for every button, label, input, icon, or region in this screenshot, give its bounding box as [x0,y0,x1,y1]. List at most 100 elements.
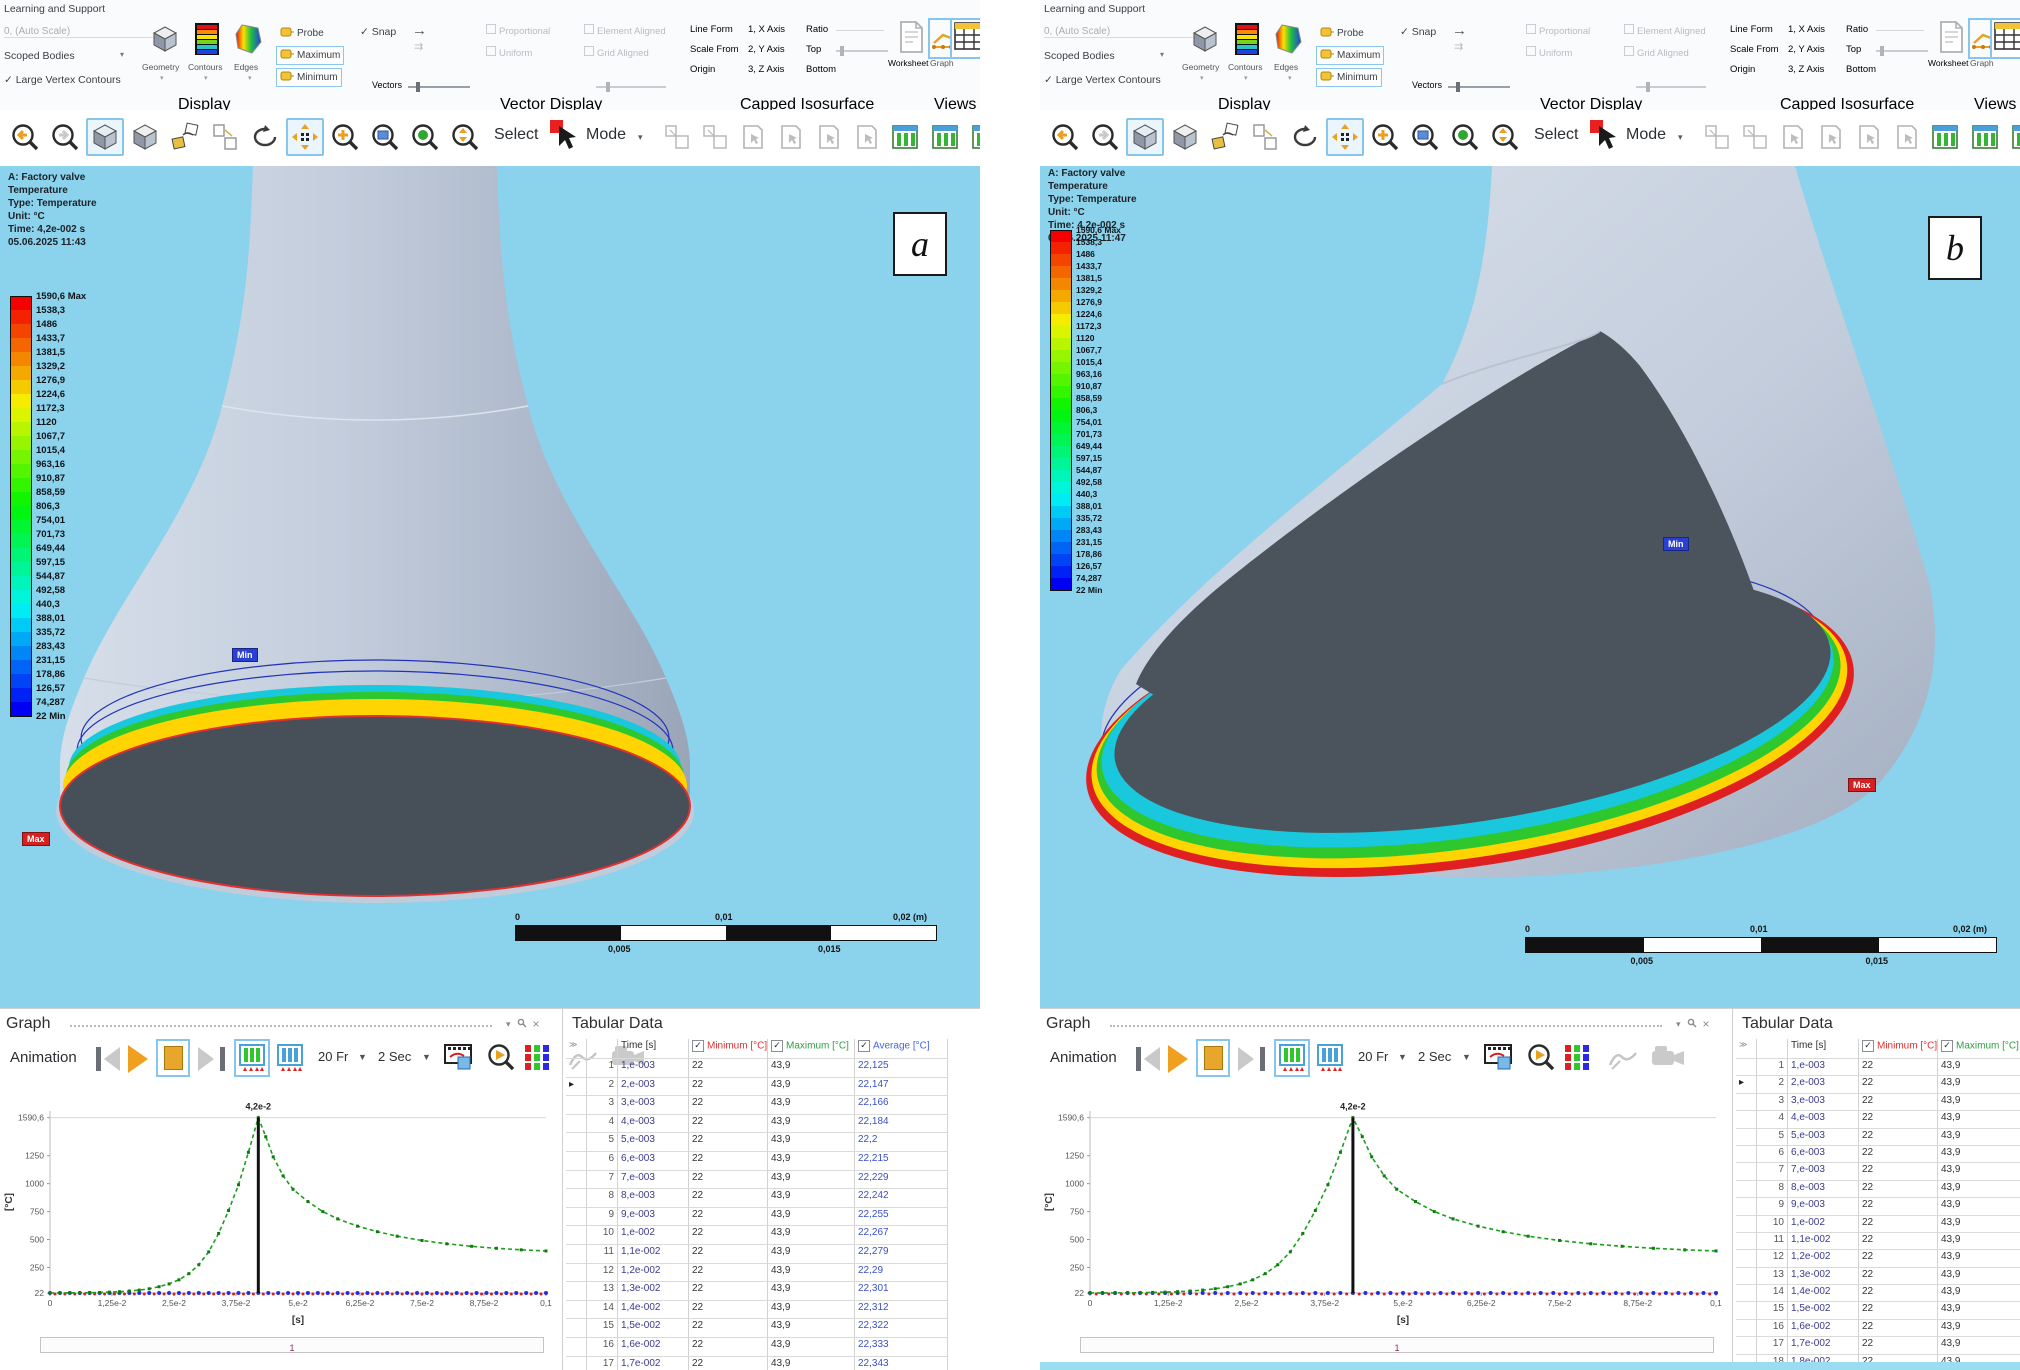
table-row[interactable]: 151,5e-0022243,922,322 [566,1319,978,1338]
grid-aligned-option[interactable]: Grid Aligned [1624,46,1689,59]
step-first-icon[interactable] [1136,1047,1141,1071]
tabular-data-view-icon[interactable] [952,20,980,57]
table-header-time[interactable]: Time [s] [1788,1039,1859,1059]
step-forward-icon[interactable] [198,1047,214,1071]
export-video-icon[interactable] [1484,1043,1514,1076]
zoom-forward-icon[interactable] [46,118,84,156]
table-collapse-icon[interactable]: ≫ [1736,1039,1757,1059]
isometric-view-icon[interactable] [86,118,124,156]
table-row[interactable]: 88,e-0032243,922,242 [1736,1181,2018,1198]
large-vertex-contours-checkbox[interactable]: ✓ Large Vertex Contours [4,74,121,86]
zoom-forward-icon[interactable] [1086,118,1124,156]
zoom-updown-icon[interactable] [1486,118,1524,156]
maximum-button[interactable]: Maximum [1316,46,1384,65]
vector-length-slider[interactable] [1636,86,1706,88]
table-row[interactable]: 11,e-0032243,922,125 [1736,1059,2018,1076]
select-cursor-icon[interactable] [1588,118,1618,152]
table-row[interactable]: 44,e-0032243,922,184 [1736,1111,2018,1128]
pane-close-icon[interactable]: × [1703,1019,1710,1029]
find-result-icon[interactable] [1526,1042,1556,1077]
table-collapse-icon[interactable]: ≫ [566,1039,587,1059]
uniform-option[interactable]: Uniform [486,46,532,59]
zoom-fit-icon[interactable] [1446,118,1484,156]
menu-learning-support[interactable]: Learning and Support [4,3,105,15]
table-row[interactable]: 33,e-0032243,922,166 [1736,1094,2018,1111]
rotate-cube-icon[interactable] [1206,118,1244,156]
element-aligned-option[interactable]: Element Aligned [1624,24,1706,37]
tabular-data-view-icon[interactable] [1992,20,2020,57]
table-header-minimum[interactable]: ✓Minimum [°C] [1859,1039,1938,1059]
table-row[interactable]: 161,6e-0022243,922,333 [566,1338,978,1357]
table-view2-icon[interactable] [926,118,964,156]
frames-dropdown[interactable]: 20 Fr [318,1049,348,1064]
table-row[interactable]: ▸22,e-0032243,922,147 [1736,1076,2018,1093]
table-row[interactable]: 171,7e-0022243,922,343 [1736,1337,2018,1354]
pane-menu-icon[interactable]: ▾ [1676,1019,1681,1030]
edges-icon[interactable] [234,22,264,61]
selection-wire-icon[interactable] [1698,118,1736,156]
table-header-maximum[interactable]: ✓Maximum [°C] [768,1039,855,1059]
mode-label[interactable]: Mode [586,126,626,144]
export-video-icon[interactable] [444,1043,474,1076]
worksheet-icon[interactable] [1936,20,1966,59]
table-row[interactable]: 55,e-0032243,922,2 [566,1133,978,1152]
box-zoom-icon[interactable] [1406,118,1444,156]
scoped-bodies-dropdown[interactable]: Scoped Bodies [1044,50,1115,62]
select-vertex-icon[interactable] [1888,118,1926,156]
minimum-button[interactable]: Minimum [276,68,342,87]
snap-checkbox[interactable]: ✓ Snap [1400,26,1436,38]
table-row[interactable]: 141,4e-0022243,922,312 [566,1301,978,1320]
table-view2-icon[interactable] [1966,118,2004,156]
table-row[interactable]: 44,e-0032243,922,184 [566,1115,978,1134]
find-result-icon[interactable] [486,1042,516,1077]
shaded-view-icon[interactable] [1166,118,1204,156]
element-aligned-option[interactable]: Element Aligned [584,24,666,37]
pane-menu-icon[interactable]: ▾ [506,1019,511,1030]
table-row[interactable]: 101,e-0022243,922,267 [1736,1216,2018,1233]
step-first-icon[interactable] [96,1047,101,1071]
vector-length-handle[interactable] [606,82,610,92]
table-row[interactable]: 121,2e-0022243,922,29 [1736,1250,2018,1267]
seconds-dropdown[interactable]: 2 Sec [378,1049,411,1064]
top-slider[interactable] [1876,50,1928,52]
large-vertex-contours-checkbox[interactable]: ✓ Large Vertex Contours [1044,74,1161,86]
table-row[interactable]: 99,e-0032243,922,255 [566,1208,978,1227]
table-view1-icon[interactable] [886,118,924,156]
vector-length-handle[interactable] [1646,82,1650,92]
viewport-3d[interactable]: A: Factory valveTemperatureType: Tempera… [0,166,980,1008]
step-back-icon[interactable] [104,1047,120,1071]
time-slider-bar[interactable]: 1 [1080,1337,1714,1353]
result-sets-icon[interactable] [236,1041,268,1075]
uniform-option[interactable]: Uniform [1526,46,1572,59]
snap-checkbox[interactable]: ✓ Snap [360,26,396,38]
auto-scale-dropdown[interactable]: 0, (Auto Scale) [4,26,154,38]
vectors-slider-handle[interactable] [416,82,420,92]
table-header-maximum-checkbox[interactable]: ✓ [1941,1040,1953,1052]
vector-length-slider[interactable] [596,86,666,88]
pane-pin-icon[interactable] [1687,1015,1697,1033]
auto-scale-dropdown[interactable]: 0, (Auto Scale) [1044,26,1194,38]
table-header-time[interactable]: Time [s] [618,1039,689,1059]
table-header-maximum-checkbox[interactable]: ✓ [771,1040,783,1052]
play-icon[interactable] [128,1045,148,1073]
select-edge-icon[interactable] [1850,118,1888,156]
pan-icon[interactable] [1326,118,1364,156]
geometry-icon[interactable] [150,24,180,59]
grid-aligned-option[interactable]: Grid Aligned [584,46,649,59]
table-row[interactable]: 33,e-0032243,922,166 [566,1096,978,1115]
table-row[interactable]: 99,e-0032243,922,255 [1736,1198,2018,1215]
shaded-view-icon[interactable] [126,118,164,156]
table-row[interactable]: 141,4e-0022243,922,312 [1736,1285,2018,1302]
table-row[interactable]: 121,2e-0022243,922,29 [566,1264,978,1283]
contours-icon[interactable] [1234,22,1260,61]
scoped-bodies-dropdown[interactable]: Scoped Bodies [4,50,75,62]
table-row[interactable]: 66,e-0032243,922,215 [1736,1146,2018,1163]
table-header-minimum[interactable]: ✓Minimum [°C] [689,1039,768,1059]
select-label[interactable]: Select [1534,126,1578,144]
play-icon[interactable] [1168,1045,1188,1073]
zoom-back-icon[interactable] [6,118,44,156]
legend-bars-icon[interactable] [1564,1043,1590,1076]
viewport-3d[interactable]: A: Factory valveTemperatureType: Tempera… [1040,166,2020,1008]
vectors-slider-handle[interactable] [1456,82,1460,92]
orbit-icon[interactable] [246,118,284,156]
